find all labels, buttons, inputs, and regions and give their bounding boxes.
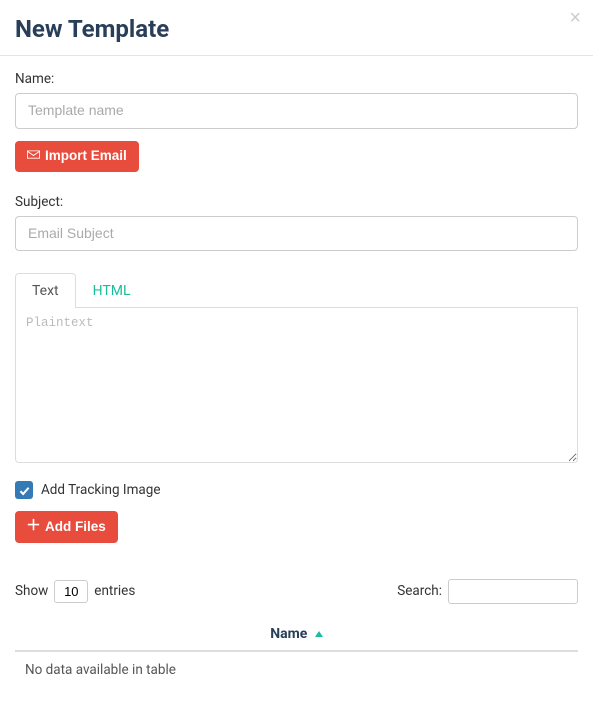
search-input[interactable] xyxy=(448,579,578,604)
table-controls: Show entries Search: xyxy=(15,579,578,604)
plaintext-textarea[interactable] xyxy=(15,308,578,463)
new-template-modal: New Template × Name: Import Email Subjec… xyxy=(0,0,593,703)
entries-count-input[interactable] xyxy=(54,580,88,603)
search-label: Search: xyxy=(397,583,442,599)
modal-body: Name: Import Email Subject: Text HTML Ad… xyxy=(0,56,593,703)
column-name-label: Name xyxy=(270,626,307,642)
tab-html[interactable]: HTML xyxy=(76,273,148,308)
column-header-name[interactable]: Name xyxy=(15,618,578,651)
tracking-row: Add Tracking Image xyxy=(15,481,578,499)
empty-message: No data available in table xyxy=(15,651,578,688)
close-icon: × xyxy=(569,7,581,29)
tab-text[interactable]: Text xyxy=(15,273,76,308)
check-icon xyxy=(19,485,30,496)
files-table: Name No data available in table xyxy=(15,618,578,688)
table-search: Search: xyxy=(397,579,578,604)
table-row: No data available in table xyxy=(15,651,578,688)
envelope-icon xyxy=(27,148,40,165)
modal-title: New Template xyxy=(15,15,578,43)
tracking-label: Add Tracking Image xyxy=(41,482,161,498)
plus-icon xyxy=(27,518,40,535)
import-email-button[interactable]: Import Email xyxy=(15,141,139,172)
sort-asc-icon xyxy=(315,631,323,637)
entries-length: Show entries xyxy=(15,580,135,603)
subject-input[interactable] xyxy=(15,216,578,252)
import-email-label: Import Email xyxy=(45,148,127,164)
name-label: Name: xyxy=(15,71,578,87)
add-files-label: Add Files xyxy=(45,519,106,535)
close-button[interactable]: × xyxy=(569,8,581,28)
table-header-row: Name xyxy=(15,618,578,651)
tracking-checkbox[interactable] xyxy=(15,481,33,499)
entries-label: entries xyxy=(94,583,135,599)
subject-label: Subject: xyxy=(15,194,578,210)
editor-tabs: Text HTML xyxy=(15,273,578,308)
show-label: Show xyxy=(15,583,48,599)
add-files-button[interactable]: Add Files xyxy=(15,511,118,542)
name-input[interactable] xyxy=(15,93,578,129)
modal-header: New Template × xyxy=(0,0,593,56)
